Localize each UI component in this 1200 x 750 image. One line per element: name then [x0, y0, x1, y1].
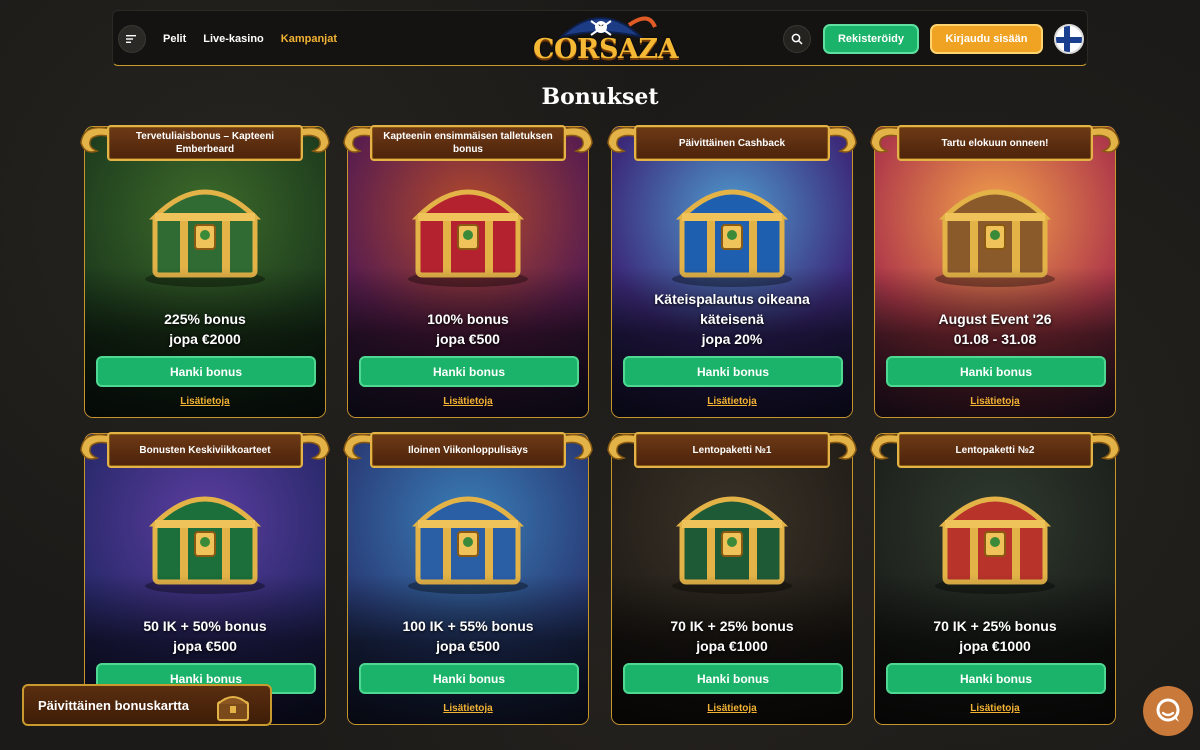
card-title-ribbon: Tervetuliaisbonus – Kapteeni Emberbeard: [77, 121, 333, 165]
card-title-ribbon: Kapteenin ensimmäisen talletuksen bonus: [340, 121, 596, 165]
card-title: Bonusten Keskiviikkoarteet: [139, 444, 271, 456]
nav-link-promotions[interactable]: Kampanjat: [281, 33, 337, 45]
site-logo[interactable]: CORSAZA: [531, 5, 679, 75]
card-offer-text: käteisenä: [700, 311, 764, 327]
more-info-link[interactable]: Lisätietoja: [875, 703, 1115, 714]
ribbon-plate: Tervetuliaisbonus – Kapteeni Emberbeard: [107, 125, 303, 161]
claim-bonus-button[interactable]: Hanki bonus: [623, 663, 843, 694]
bonus-card: Käteispalautus oikeana käteisenä jopa 20% H…: [611, 126, 853, 418]
daily-bonus-map-label: Päivittäinen bonuskartta: [38, 697, 189, 713]
card-title-ribbon: Tartu elokuun onneen!: [867, 121, 1123, 165]
card-title: Tartu elokuun onneen!: [941, 137, 1049, 149]
card-offer-text: jopa €1000: [696, 638, 768, 654]
card-offer-text: 50 IK + 50% bonus: [143, 618, 267, 634]
card-title-ribbon: Päivittäinen Cashback: [604, 121, 860, 165]
menu-icon: [126, 35, 136, 43]
menu-toggle-button[interactable]: [118, 25, 146, 53]
card-title: Lentopaketti №2: [955, 444, 1035, 456]
more-info-link[interactable]: Lisätietoja: [612, 396, 852, 407]
claim-bonus-button[interactable]: Hanki bonus: [359, 663, 579, 694]
card-offer-text: jopa €500: [436, 331, 500, 347]
ribbon-plate: Kapteenin ensimmäisen talletuksen bonus: [370, 125, 566, 161]
site-header: Pelit Live-kasino Kampanjat CORSAZA Reki…: [112, 10, 1088, 66]
main-nav: Pelit Live-kasino Kampanjat: [163, 11, 337, 67]
daily-bonus-map-banner[interactable]: Päivittäinen bonuskartta: [22, 684, 272, 726]
card-offer-text: 100 IK + 55% bonus: [402, 618, 534, 634]
ribbon-plate: Lentopaketti №1: [634, 432, 830, 468]
more-info-link[interactable]: Lisätietoja: [875, 396, 1115, 407]
bonus-card: 70 IK + 25% bonus jopa €1000 Hanki bonus Li…: [611, 433, 853, 725]
card-title-ribbon: Lentopaketti №2: [867, 428, 1123, 472]
nav-link-live-casino[interactable]: Live-kasino: [203, 33, 264, 45]
chat-bubble-icon: [1156, 698, 1180, 722]
claim-bonus-button[interactable]: Hanki bonus: [359, 356, 579, 387]
live-chat-button[interactable]: [1143, 686, 1193, 736]
logo-text: CORSAZA: [533, 34, 679, 65]
claim-bonus-button[interactable]: Hanki bonus: [96, 356, 316, 387]
bonus-card: 50 IK + 50% bonusjopa €500Hanki bonusLis…: [84, 433, 326, 725]
card-title: Lentopaketti №1: [692, 444, 772, 456]
card-offer-text: 100% bonus: [427, 311, 509, 327]
card-title: Tervetuliaisbonus – Kapteeni Emberbeard: [135, 131, 275, 155]
card-title-ribbon: Lentopaketti №1: [604, 428, 860, 472]
card-offer-text: 70 IK + 25% bonus: [933, 618, 1057, 634]
card-title: Iloinen Viikonloppulisäys: [408, 444, 528, 456]
finland-flag-icon[interactable]: [1054, 24, 1084, 54]
page-title: Bonukset: [541, 84, 659, 110]
card-title: Päivittäinen Cashback: [678, 137, 786, 149]
nav-link-games[interactable]: Pelit: [163, 33, 186, 45]
bonus-card: 225% bonus jopa €2000 Hanki bonus Lisätieto…: [84, 126, 326, 418]
login-button[interactable]: Kirjaudu sisään: [930, 24, 1043, 54]
card-offer-text: jopa 20%: [701, 331, 763, 347]
ribbon-plate: Lentopaketti №2: [897, 432, 1093, 468]
claim-bonus-button[interactable]: Hanki bonus: [886, 663, 1106, 694]
bonus-card: 70 IK + 25% bonus jopa €1000 Hanki bonus Li…: [874, 433, 1116, 725]
card-title-ribbon: Iloinen Viikonloppulisäys: [340, 428, 596, 472]
card-offer-text: jopa €1000: [959, 638, 1031, 654]
ribbon-plate: Bonusten Keskiviikkoarteet: [107, 432, 303, 468]
card-offer-text: jopa €500: [173, 638, 237, 654]
card-offer-text: 01.08 - 31.08: [953, 331, 1037, 347]
more-info-link[interactable]: Lisätietoja: [348, 703, 588, 714]
card-title-ribbon: Bonusten Keskiviikkoarteet: [77, 428, 333, 472]
claim-bonus-button[interactable]: Hanki bonus: [623, 356, 843, 387]
ribbon-plate: Päivittäinen Cashback: [634, 125, 830, 161]
ribbon-plate: Tartu elokuun onneen!: [897, 125, 1093, 161]
ribbon-plate: Iloinen Viikonloppulisäys: [370, 432, 566, 468]
more-info-link[interactable]: Lisätietoja: [348, 396, 588, 407]
more-info-link[interactable]: Lisätietoja: [85, 396, 325, 407]
card-offer-text: August Event '26: [938, 311, 1052, 327]
more-info-link[interactable]: Lisätietoja: [612, 703, 852, 714]
card-offer-text: jopa €2000: [169, 331, 241, 347]
search-button[interactable]: [783, 25, 811, 53]
card-offer-text: Käteispalautus oikeana: [654, 291, 810, 307]
card-title: Kapteenin ensimmäisen talletuksen bonus: [383, 131, 553, 155]
bonus-card: August Event '26 01.08 - 31.08 Hanki bonus…: [874, 126, 1116, 418]
register-button[interactable]: Rekisteröidy: [823, 24, 919, 54]
treasure-chest-icon: [217, 696, 249, 721]
claim-bonus-button[interactable]: Hanki bonus: [886, 356, 1106, 387]
card-offer-text: 70 IK + 25% bonus: [670, 618, 794, 634]
card-offer-text: 225% bonus: [164, 311, 246, 327]
card-offer-text: jopa €500: [436, 638, 500, 654]
bonus-card: 100 IK + 55% bonus jopa €500 Hanki bonus Li…: [347, 433, 589, 725]
search-icon: [791, 33, 803, 45]
bonus-card: 100% bonus jopa €500 Hanki bonus Lisätietoj…: [347, 126, 589, 418]
